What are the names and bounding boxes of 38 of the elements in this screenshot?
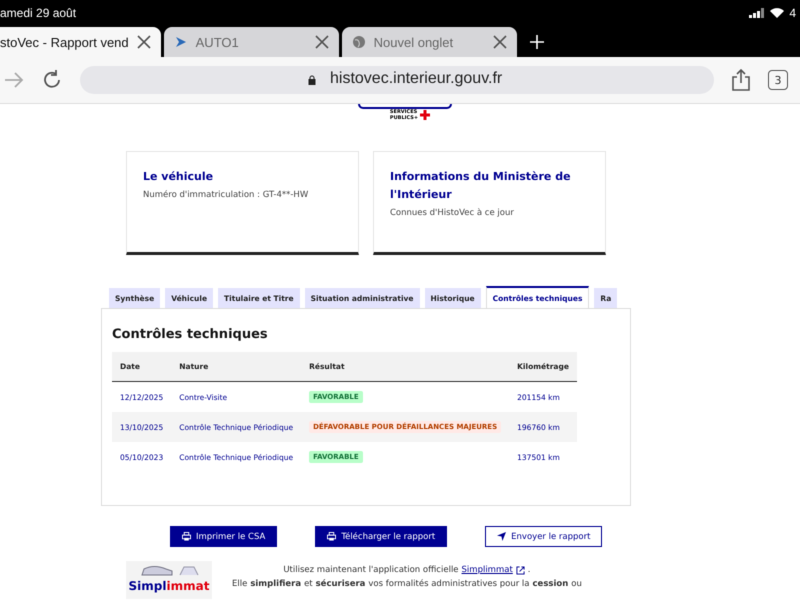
action-button[interactable]: Imprimer le CSA	[170, 526, 278, 547]
status-date: amedi 29 août	[0, 6, 76, 20]
wifi-icon	[770, 8, 784, 18]
logo-text: immat	[166, 579, 210, 593]
lock-icon	[308, 75, 316, 85]
card-title: Le véhicule	[143, 169, 214, 185]
new-tab-icon[interactable]	[530, 35, 544, 49]
signal-icon	[749, 8, 766, 18]
card-text: Numéro d'immatriculation : GT-4**-HW	[143, 190, 310, 200]
card-text: Connues d'HistoVec à ce jour	[390, 208, 515, 218]
logo-text: Simpl	[128, 579, 166, 593]
globe-icon	[352, 35, 366, 49]
share-icon[interactable]	[732, 69, 750, 91]
card-title: Informations du Ministère de l'Intérieur	[390, 169, 572, 203]
battery-percent: 4	[789, 6, 796, 20]
plus-logo-icon	[420, 110, 430, 120]
browser-tab[interactable]: AUTO1	[164, 27, 339, 57]
promo-text: Elle simplifiera et sécurisera vos formalités administratives pour la cession ou	[232, 579, 582, 589]
action-button[interactable]: Envoyer le rapport	[485, 526, 602, 547]
close-icon[interactable]	[314, 35, 329, 49]
action-button[interactable]: Télécharger le rapport	[315, 526, 448, 547]
browser-tab[interactable]: Nouvel onglet	[342, 27, 517, 57]
simplimmat-link[interactable]: Simplimmat	[462, 565, 513, 575]
url-text: histovec.interieur.gouv.fr	[330, 70, 502, 87]
printer-icon	[327, 532, 336, 541]
promo-text: .	[528, 565, 530, 575]
site-logo-icon	[174, 35, 188, 49]
external-link-icon	[516, 566, 525, 574]
address-bar[interactable]	[80, 66, 714, 94]
reload-icon[interactable]	[42, 70, 62, 90]
close-icon[interactable]	[136, 35, 151, 49]
browser-tab[interactable]: stoVec - Rapport vend	[0, 27, 161, 57]
printer-icon	[182, 532, 191, 541]
send-icon	[497, 532, 506, 541]
promo-text: Utilisez maintenant l'application officielle	[283, 565, 459, 575]
tab-count-button[interactable]: 3	[768, 70, 788, 90]
panel-title: Contrôles techniques	[112, 327, 269, 342]
close-icon[interactable]	[492, 35, 507, 49]
